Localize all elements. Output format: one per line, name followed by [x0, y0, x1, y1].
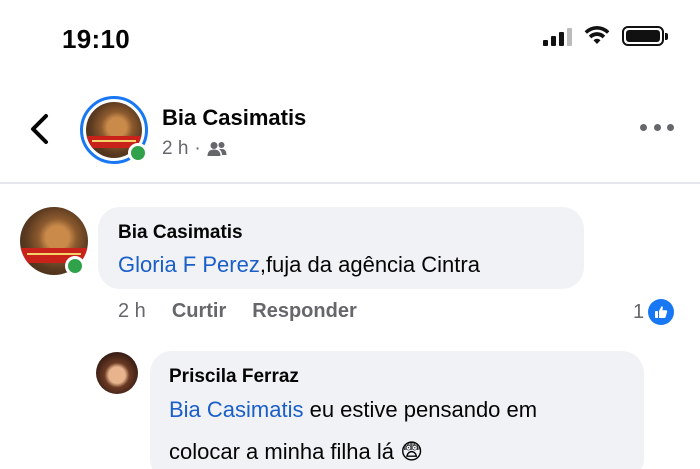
reply-button[interactable]: Responder: [252, 300, 356, 323]
reply-body: eu estive pensando em: [303, 397, 538, 422]
more-options-icon[interactable]: [640, 120, 674, 134]
comment-text: Gloria F Perez,fuja da agência Cintra: [118, 247, 480, 283]
header-time: 2 h: [162, 138, 189, 159]
comment-body: ,fuja da agência Cintra: [259, 252, 480, 277]
comment-time: 2 h: [118, 300, 146, 322]
reaction-count: 1: [633, 300, 645, 323]
reply-bubble: Priscila Ferraz Bia Casimatis eu estive …: [150, 351, 644, 469]
reply-avatar[interactable]: [96, 352, 138, 394]
reply-body: colocar a minha filha lá: [169, 439, 395, 464]
header-meta: 2 h ·: [162, 138, 227, 160]
status-time: 19:10: [62, 24, 130, 54]
online-status-dot: [128, 143, 148, 163]
online-status-dot: [65, 256, 85, 276]
reply-text-line-1: Bia Casimatis eu estive pensando em: [169, 392, 537, 428]
header-name[interactable]: Bia Casimatis: [162, 105, 306, 131]
reply-text-line-2: colocar a minha filha lá 😨: [169, 434, 423, 469]
comment-bubble: Bia Casimatis Gloria F Perez,fuja da agê…: [98, 207, 584, 289]
header-separator: ·: [194, 138, 201, 159]
comment-mention[interactable]: Gloria F Perez: [118, 252, 260, 277]
wifi-icon: [584, 26, 610, 44]
reply-mention[interactable]: Bia Casimatis: [169, 397, 303, 422]
comment-author[interactable]: Bia Casimatis: [118, 222, 243, 244]
reaction-summary[interactable]: 1: [633, 299, 675, 325]
like-reaction-icon: [648, 299, 675, 325]
reply-author[interactable]: Priscila Ferraz: [169, 366, 299, 388]
status-icons: [543, 26, 668, 46]
fearful-face-emoji-icon: 😨: [400, 439, 424, 464]
comment-actions: 2 h Curtir Responder: [118, 300, 357, 323]
header-divider: [0, 182, 700, 184]
battery-icon: [622, 26, 668, 46]
like-button[interactable]: Curtir: [172, 300, 226, 323]
back-arrow-icon[interactable]: [26, 112, 54, 146]
friends-audience-icon: [207, 142, 227, 156]
cellular-signal-icon: [543, 26, 572, 46]
